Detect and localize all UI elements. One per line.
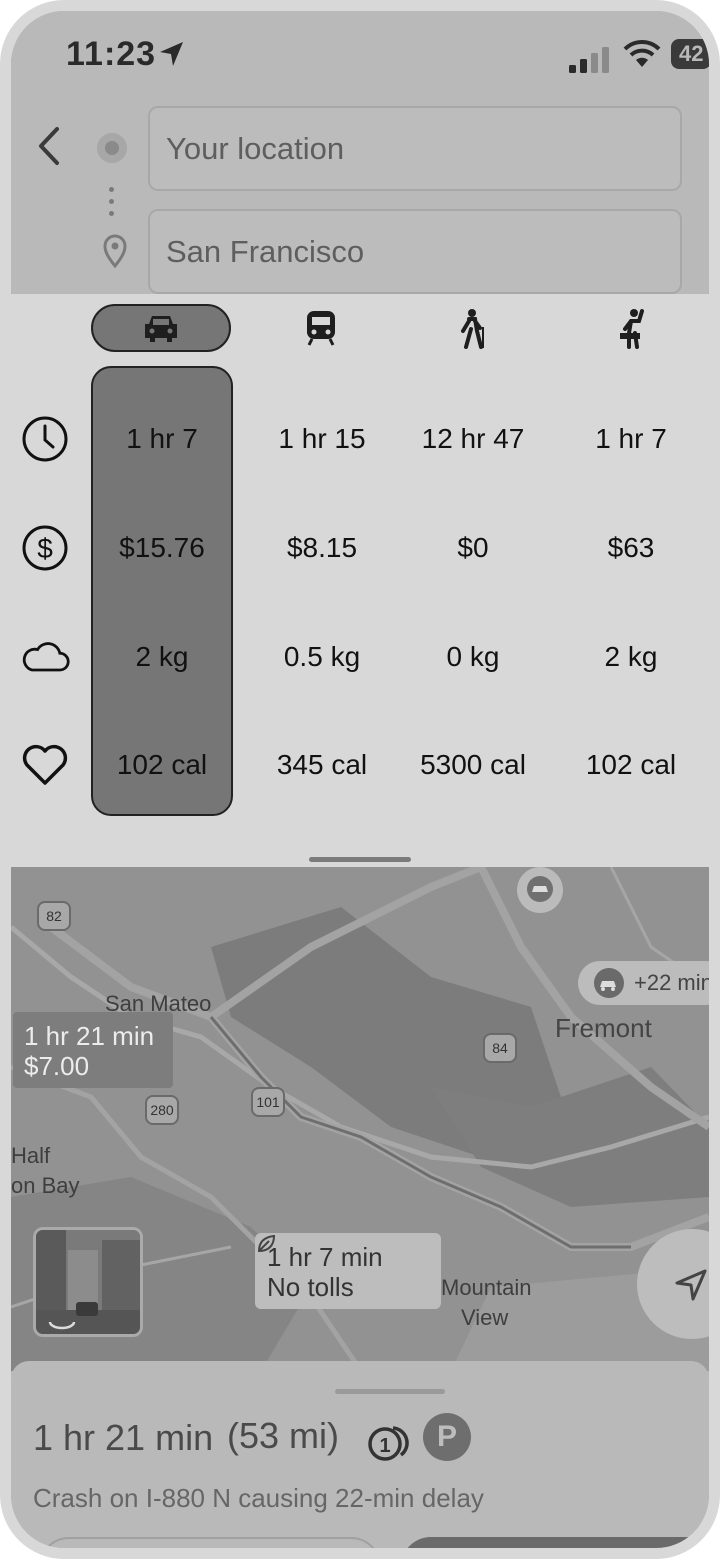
heart-icon [22,744,68,785]
cost-car: $15.76 [119,532,205,563]
route-map[interactable]: San Mateo Fremont Half on Bay Mountain V… [11,867,709,1371]
rideshare-icon [620,309,644,349]
dollar-icon: $ [22,525,68,571]
map-label-view: View [461,1305,509,1330]
map-label-half: Half [11,1143,51,1168]
toll-coin-icon: 1 [368,1426,409,1461]
highway-shield-84: 84 [483,1033,517,1063]
back-arrow-icon[interactable] [31,123,67,169]
directions-header: 11:23 42 Your location San Francisco [11,11,709,294]
route-distance: (53 mi) [227,1415,340,1456]
traffic-incident-text: Crash on I-880 N causing 22-min delay [33,1483,484,1513]
origin-dot-icon [97,133,127,163]
time-car: 1 hr 7 [126,423,198,454]
origin-input[interactable]: Your location [148,106,682,191]
start-button[interactable] [401,1537,709,1548]
alt-route-time: 1 hr 21 min [24,1021,155,1051]
destination-pin-icon [103,234,127,269]
mode-tab-rideshare[interactable] [562,304,702,352]
cellular-signal-icon [569,47,609,73]
svg-text:$: $ [37,533,53,564]
main-route-callout[interactable]: 1 hr 7 min No tolls [255,1233,441,1309]
svg-text:1: 1 [379,1435,390,1457]
navigation-arrow-icon [675,1269,707,1301]
walk-icon [461,309,484,349]
calories-transit: 345 cal [276,749,368,780]
emissions-transit: 0.5 kg [283,641,361,672]
street-view-image [36,1230,140,1334]
alt-route-callout[interactable]: 1 hr 21 min $7.00 [13,1012,173,1088]
cost-walk: $0 [457,532,489,563]
location-arrow-icon [160,42,183,66]
time-walk: 12 hr 47 [421,423,525,454]
crash-icon [594,968,624,998]
route-duration: 1 hr 21 min [33,1417,214,1458]
status-time: 11:23 [66,35,157,73]
highway-shield-82: 82 [37,901,71,931]
time-transit: 1 hr 15 [278,423,366,454]
steps-button[interactable] [39,1537,381,1548]
map-label-mountain: Mountain [441,1275,532,1300]
travel-mode-comparison: $ 1 hr 7 1 hr 15 12 hr 47 1 hr 7 $15.76 … [11,294,709,867]
destination-input[interactable]: San Francisco [148,209,682,294]
alt-route-cost: $7.00 [24,1051,90,1081]
highway-shield-101: 101 [251,1087,285,1117]
wifi-icon [623,39,661,67]
calories-walk: 5300 cal [420,749,526,780]
map-label-bay: on Bay [11,1173,80,1198]
eco-leaf-icon [257,1234,276,1253]
emissions-car: 2 kg [135,641,189,672]
transit-icon [307,311,335,346]
traffic-delay-chip[interactable]: +22 min [578,961,709,1005]
mode-tab-transit[interactable] [251,304,391,352]
emissions-rideshare: 2 kg [604,641,658,672]
clock-icon [22,416,68,462]
main-route-tolls: No tolls [267,1272,354,1302]
main-route-time: 1 hr 7 min [267,1242,383,1272]
cloud-icon [22,642,70,672]
incident-marker[interactable] [517,867,563,913]
calories-car: 102 cal [116,749,208,780]
parking-badge: P [423,1413,471,1461]
emissions-walk: 0 kg [446,641,500,672]
phone-frame: 11:23 42 Your location San Francisco $ 1… [0,0,720,1559]
street-view-thumbnail[interactable] [33,1227,143,1337]
cost-rideshare: $63 [607,532,655,563]
car-icon [145,316,177,342]
main-route-time-row: 1 hr 7 min [257,1234,441,1272]
mode-tab-walk[interactable] [402,304,542,352]
battery-indicator: 42 [671,39,709,69]
route-dots-icon [109,187,115,223]
sheet-drag-handle[interactable] [335,1389,445,1394]
traffic-delay-text: +22 min [634,970,709,995]
cost-transit: $8.15 [286,532,358,563]
route-summary-sheet[interactable]: 1 hr 21 min (53 mi) 1 P Crash on I-880 N… [11,1361,709,1548]
highway-shield-280: 280 [145,1095,179,1125]
calories-rideshare: 102 cal [585,749,677,780]
map-label-fremont: Fremont [555,1013,652,1043]
panel-drag-handle[interactable] [309,857,411,862]
mode-tab-car[interactable] [91,304,231,352]
time-rideshare: 1 hr 7 [595,423,667,454]
incident-car-icon [527,876,553,902]
